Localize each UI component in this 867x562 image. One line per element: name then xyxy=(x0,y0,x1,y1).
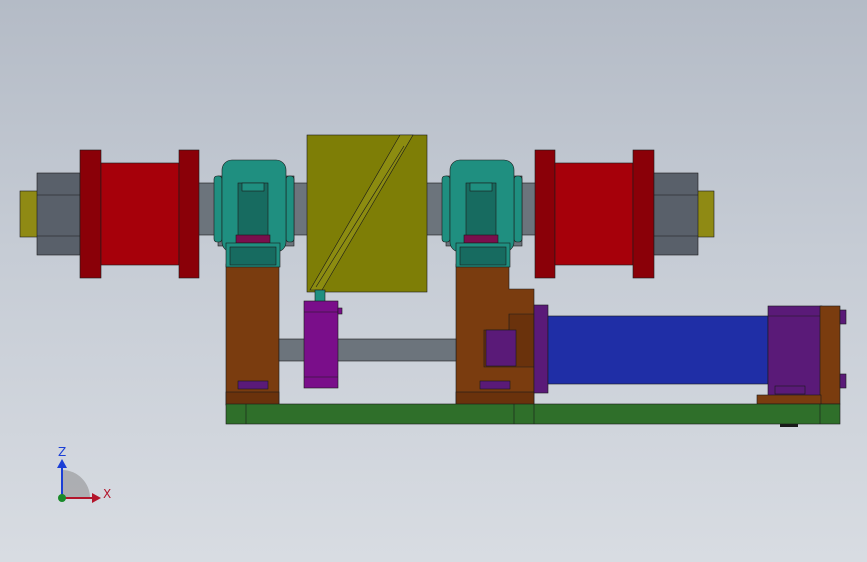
left-pillow-block xyxy=(213,159,295,268)
center-motor-unit xyxy=(303,289,343,389)
shaft-end-right xyxy=(696,190,715,238)
left-drum-flange-outer xyxy=(79,149,102,279)
cylinder-flange-right xyxy=(767,305,823,397)
z-axis-arrowhead xyxy=(57,459,67,468)
x-axis-label: X xyxy=(103,487,111,501)
right-hex-nut xyxy=(653,172,699,256)
triad-origin xyxy=(58,494,66,502)
triad-quadrant xyxy=(62,470,90,498)
coordinate-triad: Z X xyxy=(57,445,111,503)
cylinder-barrel xyxy=(547,315,769,385)
base-frame xyxy=(225,403,841,427)
cylinder-rear-bracket xyxy=(819,305,841,405)
left-hex-nut xyxy=(36,172,81,256)
right-drum-body xyxy=(554,162,634,266)
right-pillow-block xyxy=(441,159,523,268)
left-support-foot-plate xyxy=(237,380,269,390)
motor-coupling xyxy=(314,289,326,303)
left-drum-flange-inner xyxy=(178,149,200,279)
z-axis-label: Z xyxy=(58,445,66,459)
cylinder-flange-left xyxy=(533,304,549,394)
left-drum xyxy=(79,149,200,279)
x-axis-arrowhead xyxy=(92,493,101,503)
left-drum-body xyxy=(100,162,180,266)
hydraulic-cylinder xyxy=(485,304,847,405)
cylinder-end-cap-left xyxy=(485,329,517,367)
right-drum-flange-outer xyxy=(632,149,655,279)
right-drum-flange-inner xyxy=(534,149,556,279)
right-support-foot-plate xyxy=(479,380,511,390)
cad-viewport[interactable]: Z X xyxy=(0,0,867,562)
center-roller xyxy=(306,134,428,293)
right-drum xyxy=(534,149,655,279)
left-support-stand xyxy=(225,263,280,406)
